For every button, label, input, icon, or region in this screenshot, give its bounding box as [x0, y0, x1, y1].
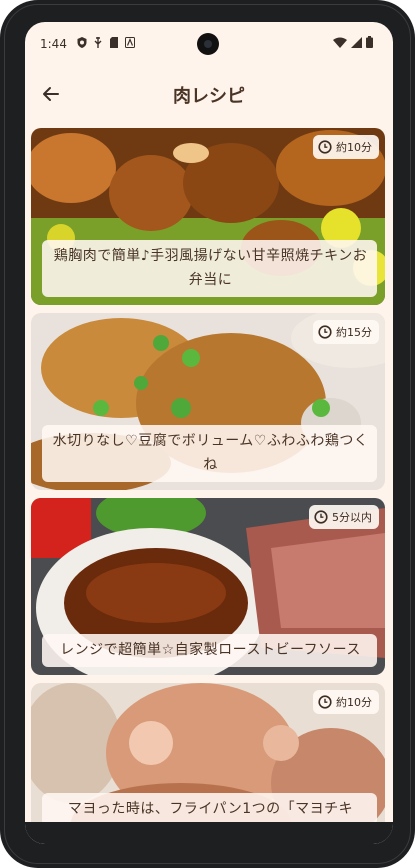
- status-time: 1:44: [40, 37, 67, 51]
- signal-icon: [351, 36, 362, 48]
- sd-card-icon: [110, 37, 118, 48]
- text-icon: [125, 37, 135, 48]
- page-title: 肉レシピ: [173, 86, 245, 107]
- recipe-title: 水切りなし♡豆腐でボリューム♡ふわふわ鶏つくね: [42, 425, 377, 482]
- clock-icon: [318, 140, 332, 154]
- recipe-title: レンジで超簡単☆自家製ローストビーフソース: [42, 634, 377, 667]
- cook-time-badge: 約15分: [313, 320, 379, 344]
- recipe-card[interactable]: 約15分 水切りなし♡豆腐でボリューム♡ふわふわ鶏つくね: [31, 313, 385, 490]
- system-icons: [333, 36, 373, 48]
- screen-bottom-edge: [25, 822, 393, 844]
- clock-icon: [314, 510, 328, 524]
- front-camera: [197, 33, 219, 55]
- phone-frame: 1:44 肉レシピ 約10分 鶏胸肉で簡単♪手羽風揚げない甘辛照焼チキンお弁当に…: [0, 0, 415, 868]
- shield-icon: [77, 37, 87, 48]
- clock-icon: [318, 695, 332, 709]
- recipe-title: 鶏胸肉で簡単♪手羽風揚げない甘辛照焼チキンお弁当に: [42, 240, 377, 297]
- recipe-list[interactable]: 約10分 鶏胸肉で簡単♪手羽風揚げない甘辛照焼チキンお弁当に 約15分 水切りな…: [31, 128, 387, 844]
- notification-icons: [77, 37, 135, 48]
- app-screen: 1:44 肉レシピ 約10分 鶏胸肉で簡単♪手羽風揚げない甘辛照焼チキンお弁当に…: [25, 22, 393, 844]
- recipe-card[interactable]: 約10分 マヨった時は、フライパン1つの「マヨチキ: [31, 683, 385, 844]
- cook-time-badge: 約10分: [313, 690, 379, 714]
- cook-time: 約10分: [336, 141, 372, 154]
- status-bar: 1:44: [25, 22, 393, 66]
- recipe-card[interactable]: 約10分 鶏胸肉で簡単♪手羽風揚げない甘辛照焼チキンお弁当に: [31, 128, 385, 305]
- cook-time: 約10分: [336, 696, 372, 709]
- clock-icon: [318, 325, 332, 339]
- recipe-card[interactable]: 5分以内 レンジで超簡単☆自家製ローストビーフソース: [31, 498, 385, 675]
- cook-time: 5分以内: [332, 511, 372, 524]
- usb-icon: [94, 37, 102, 48]
- app-bar: 肉レシピ: [25, 66, 393, 122]
- cook-time-badge: 約10分: [313, 135, 379, 159]
- cook-time-badge: 5分以内: [309, 505, 379, 529]
- battery-icon: [366, 36, 373, 48]
- wifi-icon: [333, 37, 347, 48]
- cook-time: 約15分: [336, 326, 372, 339]
